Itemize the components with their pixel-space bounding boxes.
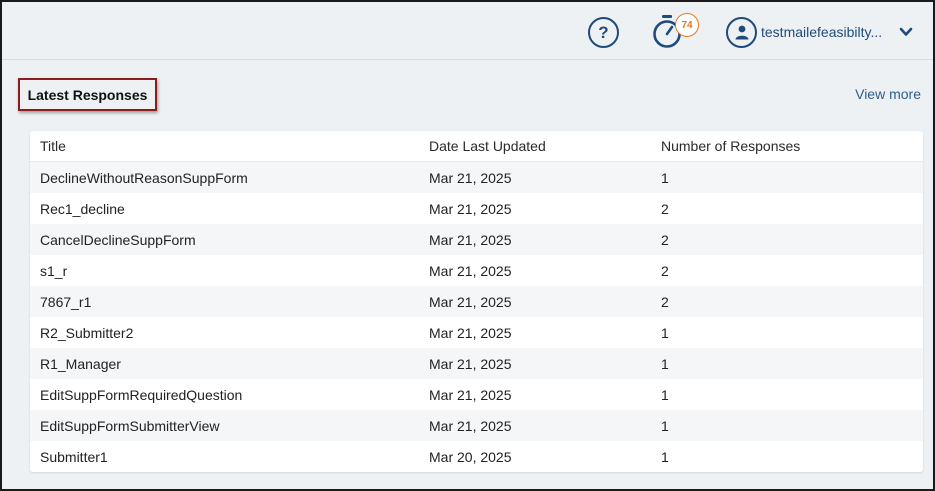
cell-title: 7867_r1 [40,293,92,310]
cell-date: Mar 21, 2025 [429,355,512,372]
cell-title: R1_Manager [40,355,121,372]
cell-title: DeclineWithoutReasonSuppForm [40,169,248,186]
cell-count: 1 [661,386,669,403]
cell-title: EditSuppFormSubmitterView [40,417,220,434]
top-bar: ? 74 testmailefeasibilty... [2,2,933,60]
table-row[interactable]: CancelDeclineSuppForm Mar 21, 2025 2 [30,224,923,255]
help-icon: ? [598,22,609,42]
cell-date: Mar 21, 2025 [429,200,512,217]
cell-date: Mar 21, 2025 [429,262,512,279]
cell-date: Mar 21, 2025 [429,386,512,403]
cell-date: Mar 21, 2025 [429,169,512,186]
table-row[interactable]: Submitter1 Mar 20, 2025 1 [30,441,923,472]
user-avatar-icon [726,16,757,48]
table-row[interactable]: s1_r Mar 21, 2025 2 [30,255,923,286]
table-row[interactable]: R2_Submitter2 Mar 21, 2025 1 [30,317,923,348]
user-menu[interactable]: testmailefeasibilty... [726,16,921,48]
column-header-title[interactable]: Title [30,138,418,154]
chevron-down-icon[interactable] [899,25,913,39]
column-header-responses[interactable]: Number of Responses [650,138,800,154]
table-row[interactable]: 7867_r1 Mar 21, 2025 2 [30,286,923,317]
table-row[interactable]: Rec1_decline Mar 21, 2025 2 [30,193,923,224]
cell-count: 1 [661,169,669,186]
table-body: DeclineWithoutReasonSuppForm Mar 21, 202… [30,162,923,472]
section-title: Latest Responses [18,78,157,111]
cell-count: 1 [661,355,669,372]
timer-count-badge: 74 [675,13,699,37]
cell-count: 1 [661,324,669,341]
help-button[interactable]: ? [588,17,619,48]
cell-date: Mar 21, 2025 [429,417,512,434]
app-frame: ? 74 testmailefeasibilty... Latest Respo… [0,0,935,491]
view-more-link[interactable]: View more [855,86,921,102]
cell-date: Mar 20, 2025 [429,448,512,465]
cell-count: 2 [661,293,669,310]
cell-title: EditSuppFormRequiredQuestion [40,386,243,403]
cell-date: Mar 21, 2025 [429,324,512,341]
cell-count: 1 [661,417,669,434]
column-header-date[interactable]: Date Last Updated [418,138,650,154]
cell-title: s1_r [40,262,68,279]
cell-title: Rec1_decline [40,200,125,217]
cell-title: Submitter1 [40,448,108,465]
cell-count: 2 [661,262,669,279]
table-row[interactable]: R1_Manager Mar 21, 2025 1 [30,348,923,379]
cell-title: R2_Submitter2 [40,324,134,341]
username-label: testmailefeasibilty... [761,24,883,40]
cell-count: 1 [661,448,669,465]
cell-title: CancelDeclineSuppForm [40,231,196,248]
table-header: Title Date Last Updated Number of Respon… [30,131,923,162]
table-row[interactable]: DeclineWithoutReasonSuppForm Mar 21, 202… [30,162,923,193]
cell-date: Mar 21, 2025 [429,231,512,248]
cell-date: Mar 21, 2025 [429,293,512,310]
cell-count: 2 [661,231,669,248]
table-row[interactable]: EditSuppFormRequiredQuestion Mar 21, 202… [30,379,923,410]
cell-count: 2 [661,200,669,217]
table-row[interactable]: EditSuppFormSubmitterView Mar 21, 2025 1 [30,410,923,441]
responses-table: Title Date Last Updated Number of Respon… [30,131,923,472]
